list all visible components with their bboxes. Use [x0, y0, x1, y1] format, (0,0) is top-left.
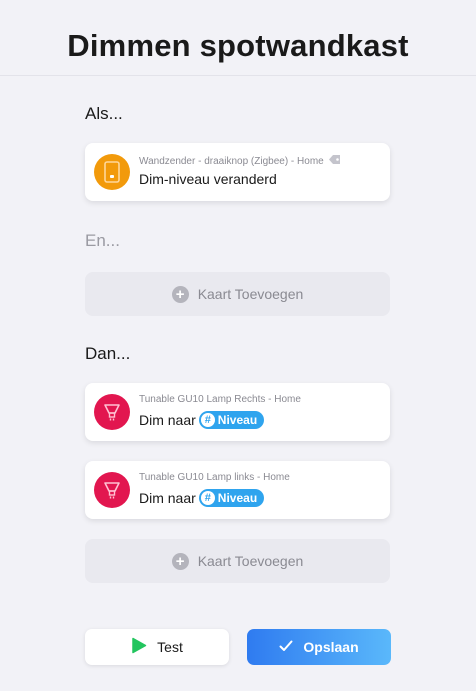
niveau-token[interactable]: # Niveau: [198, 489, 265, 507]
action-line: Dim naar # Niveau: [139, 411, 265, 429]
save-button[interactable]: Opslaan: [247, 629, 391, 665]
checkmark-icon: [279, 639, 293, 655]
action-device-name: Tunable GU10 Lamp links - Home: [139, 472, 290, 483]
niveau-token-label: Niveau: [217, 413, 258, 427]
spotlight-icon: [94, 472, 130, 508]
niveau-token-label: Niveau: [217, 491, 258, 505]
action-card-2[interactable]: Tunable GU10 Lamp links - Home Dim naar …: [85, 461, 390, 519]
wall-switch-icon: [94, 154, 130, 190]
hash-icon: #: [200, 491, 215, 505]
title-divider: [0, 75, 476, 76]
tag-icon: [328, 154, 341, 168]
spotlight-icon: [94, 394, 130, 430]
action-line: Dim naar # Niveau: [139, 489, 265, 507]
trigger-device-line: Wandzender - draaiknop (Zigbee) - Home: [139, 154, 341, 168]
action-card-1[interactable]: Tunable GU10 Lamp Rechts - Home Dim naar…: [85, 383, 390, 441]
plus-icon: +: [171, 285, 189, 303]
trigger-card[interactable]: Wandzender - draaiknop (Zigbee) - Home D…: [85, 143, 390, 201]
hash-icon: #: [200, 413, 215, 427]
trigger-device-name: Wandzender - draaiknop (Zigbee) - Home: [139, 155, 324, 167]
niveau-token[interactable]: # Niveau: [198, 411, 265, 429]
test-button-label: Test: [157, 639, 183, 655]
action-text: Dim naar: [139, 490, 196, 506]
action-text: Dim naar: [139, 412, 196, 428]
add-action-card-button[interactable]: + Kaart Toevoegen: [85, 539, 390, 583]
action-device-name: Tunable GU10 Lamp Rechts - Home: [139, 394, 301, 405]
page-title: Dimmen spotwandkast: [67, 28, 409, 63]
add-action-label: Kaart Toevoegen: [197, 553, 304, 569]
add-condition-label: Kaart Toevoegen: [197, 286, 304, 302]
trigger-text: Dim-niveau veranderd: [139, 171, 277, 187]
save-button-label: Opslaan: [303, 639, 359, 655]
add-condition-card-button[interactable]: + Kaart Toevoegen: [85, 272, 390, 316]
section-label-when: Als...: [85, 104, 123, 123]
play-icon: [131, 637, 147, 657]
test-button[interactable]: Test: [85, 629, 229, 665]
section-label-then: Dan...: [85, 344, 131, 363]
plus-icon: +: [171, 552, 189, 570]
section-label-and: En...: [85, 231, 120, 250]
